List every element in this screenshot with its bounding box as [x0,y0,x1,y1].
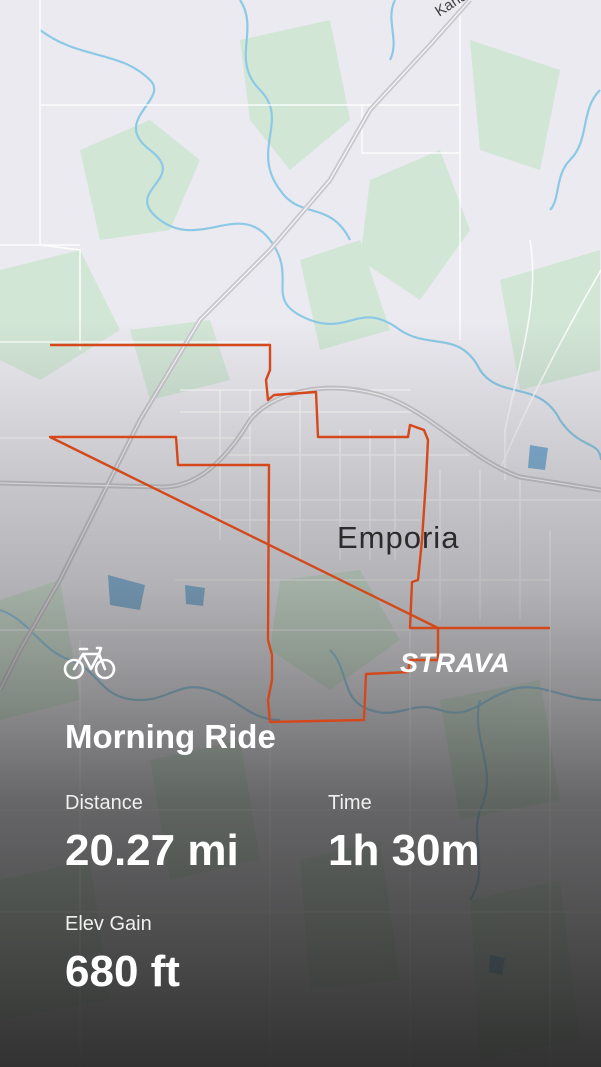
elevation-gain-label: Elev Gain [65,913,152,935]
activity-title: Morning Ride [65,718,276,755]
distance-value: 20.27 mi [65,826,239,875]
time-value: 1h 30m [328,826,480,875]
map-shade-overlay [0,0,601,1067]
time-label: Time [328,792,372,814]
elevation-gain-value: 680 ft [65,947,180,996]
distance-label: Distance [65,792,143,814]
activity-share-card: Kans Emporia STRAVA Morning Ride Distanc… [0,0,601,1067]
bicycle-icon [63,646,116,680]
map-view[interactable] [0,0,601,1067]
city-label: Emporia [337,520,460,555]
strava-logo: STRAVA [400,648,510,678]
